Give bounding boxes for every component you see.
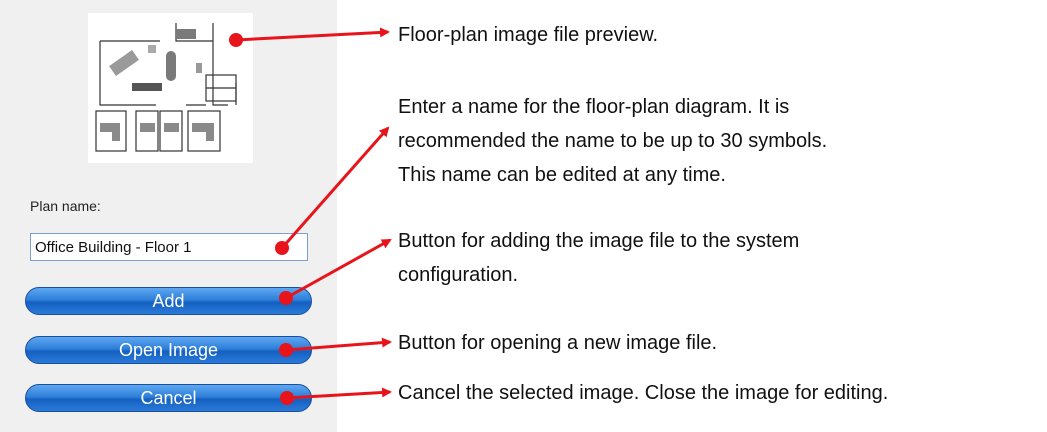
floor-plan-preview-image <box>88 13 253 163</box>
add-annotation-line: configuration. <box>398 264 519 286</box>
cancel-annotation: Cancel the selected image. Close the ima… <box>398 382 889 404</box>
plan-name-label: Plan name: <box>30 198 101 214</box>
open-image-button[interactable]: Open Image <box>25 336 312 364</box>
add-button[interactable]: Add <box>25 287 312 315</box>
plan-name-annotation-line: recommended the name to be up to 30 symb… <box>398 130 828 152</box>
plan-name-annotation-line: This name can be edited at any time. <box>398 164 726 186</box>
add-annotation: Button for adding the image file to the … <box>398 224 1038 292</box>
plan-editor-panel: Plan name: Add Open Image Cancel <box>0 0 337 432</box>
add-annotation-line: Button for adding the image file to the … <box>398 230 800 252</box>
floor-plan-drawing <box>95 23 237 152</box>
plan-name-annotation-line: Enter a name for the floor-plan diagram.… <box>398 96 790 118</box>
cancel-button[interactable]: Cancel <box>25 384 312 412</box>
plan-name-annotation: Enter a name for the floor-plan diagram.… <box>398 90 1038 192</box>
plan-name-input[interactable] <box>30 233 308 261</box>
open-image-annotation: Button for opening a new image file. <box>398 332 718 354</box>
preview-annotation: Floor-plan image file preview. <box>398 24 659 46</box>
